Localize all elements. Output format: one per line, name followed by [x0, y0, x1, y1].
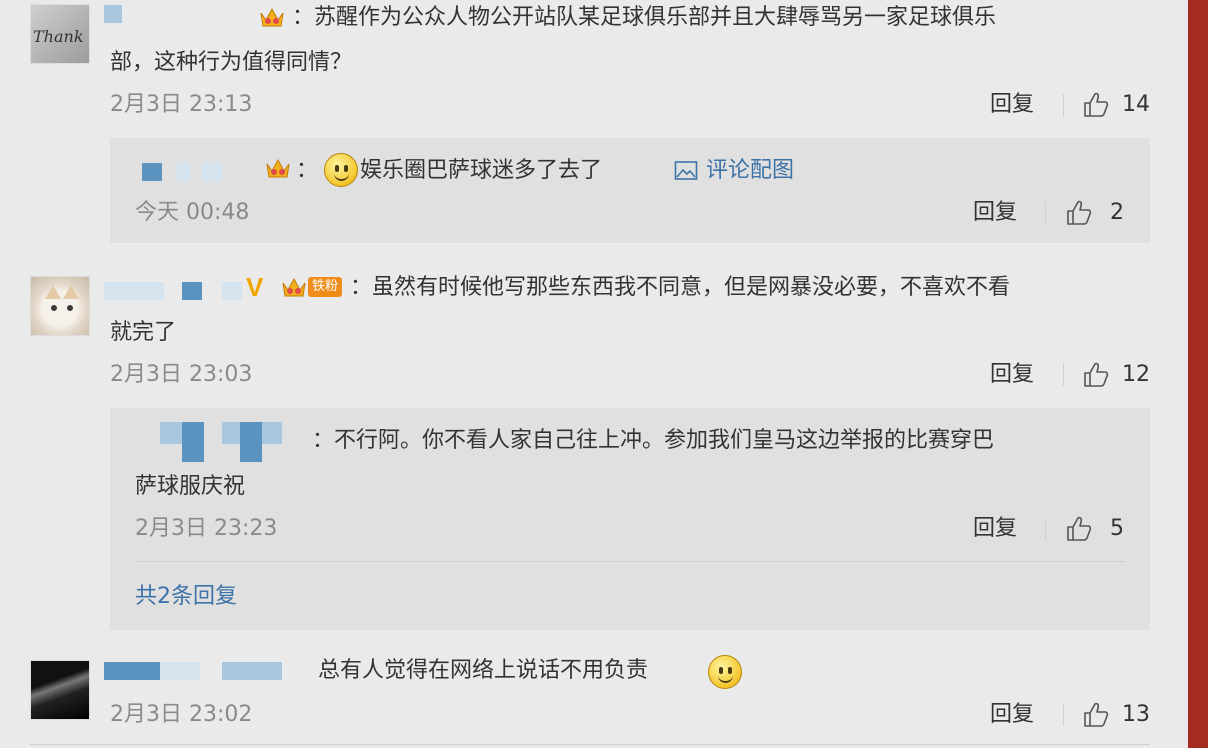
thumbs-up-icon[interactable] [1082, 91, 1110, 119]
thumbs-up-icon[interactable] [1065, 515, 1093, 543]
divider [135, 561, 1125, 562]
image-icon[interactable] [674, 160, 698, 182]
like-count: 14 [1122, 92, 1150, 117]
reply-button[interactable]: 回复 [990, 362, 1034, 388]
username-redacted[interactable] [160, 662, 200, 680]
comment-timestamp: 2月3日 23:13 [110, 92, 253, 117]
like-count: 5 [1110, 516, 1124, 541]
divider [1063, 704, 1064, 726]
sub-reply-text: 娱乐圈巴萨球迷多了去了 [360, 158, 603, 183]
thumbs-up-icon[interactable] [1082, 361, 1110, 389]
reply-button[interactable]: 回复 [990, 92, 1034, 118]
sub-reply-timestamp: 2月3日 23:23 [135, 516, 278, 541]
username-redacted[interactable] [240, 422, 262, 462]
reply-button[interactable]: 回复 [973, 200, 1017, 226]
username-redacted[interactable] [222, 282, 242, 300]
reply-button[interactable]: 回复 [990, 702, 1034, 728]
username-redacted[interactable] [176, 163, 190, 181]
thumbs-up-icon[interactable] [1065, 199, 1093, 227]
avatar[interactable]: Thank [30, 4, 90, 64]
divider [1045, 202, 1046, 224]
divider [1063, 364, 1064, 386]
reply-button[interactable]: 回复 [973, 516, 1017, 542]
sub-reply-text-continued: 萨球服庆祝 [135, 474, 246, 499]
comments-page: Thank ：苏醒作为公众人物公开站队某足球俱乐部并且大肆辱骂另一家足球俱乐 部… [0, 0, 1188, 748]
sub-reply-text: ：不行阿。你不看人家自己往上冲。参加我们皇马这边举报的比赛穿巴 [312, 428, 995, 453]
username-redacted[interactable] [104, 282, 164, 300]
more-replies-link[interactable]: 共2条回复 [135, 584, 237, 610]
comment-timestamp: 2月3日 23:02 [110, 702, 253, 727]
colon: ： [296, 158, 319, 183]
fan-badge-icon: 铁粉 [308, 277, 343, 297]
divider [30, 744, 1150, 745]
comment-text: 总有人觉得在网络上说话不用负责 [318, 658, 649, 683]
username-redacted[interactable] [182, 282, 202, 300]
username-redacted[interactable] [142, 163, 162, 181]
crown-icon [266, 158, 290, 178]
accent-bar [1188, 0, 1208, 748]
username-redacted[interactable] [104, 662, 160, 680]
crown-icon [282, 277, 306, 297]
comment-image-link[interactable]: 评论配图 [706, 158, 794, 184]
thumbs-up-icon[interactable] [1082, 701, 1110, 729]
comment-text: ：苏醒作为公众人物公开站队某足球俱乐部并且大肆辱骂另一家足球俱乐 [292, 5, 997, 30]
avatar-text: Thank [33, 27, 84, 46]
username-redacted[interactable] [222, 662, 282, 680]
sub-reply-timestamp: 今天 00:48 [135, 200, 250, 225]
sub-reply-box [110, 138, 1150, 243]
vip-badge-icon: V [246, 272, 264, 302]
comment-timestamp: 2月3日 23:03 [110, 362, 253, 387]
comment-text-continued: 部，这种行为值得同情？ [110, 50, 353, 75]
avatar[interactable] [30, 276, 90, 336]
username-redacted[interactable] [202, 163, 222, 181]
smile-emoji-icon [324, 153, 358, 187]
like-count: 12 [1122, 362, 1150, 387]
like-count: 2 [1110, 200, 1124, 225]
crown-icon [260, 7, 284, 27]
avatar[interactable] [30, 660, 90, 720]
comment-text: ：虽然有时候他写那些东西我不同意，但是网暴没必要，不喜欢不看 [350, 275, 1011, 300]
smile-emoji-icon [708, 655, 742, 689]
comment-text-continued: 就完了 [110, 320, 177, 345]
divider [1063, 94, 1064, 116]
username-redacted[interactable] [182, 422, 204, 462]
divider [1045, 518, 1046, 540]
like-count: 13 [1122, 702, 1150, 727]
username-redacted[interactable] [104, 5, 122, 23]
